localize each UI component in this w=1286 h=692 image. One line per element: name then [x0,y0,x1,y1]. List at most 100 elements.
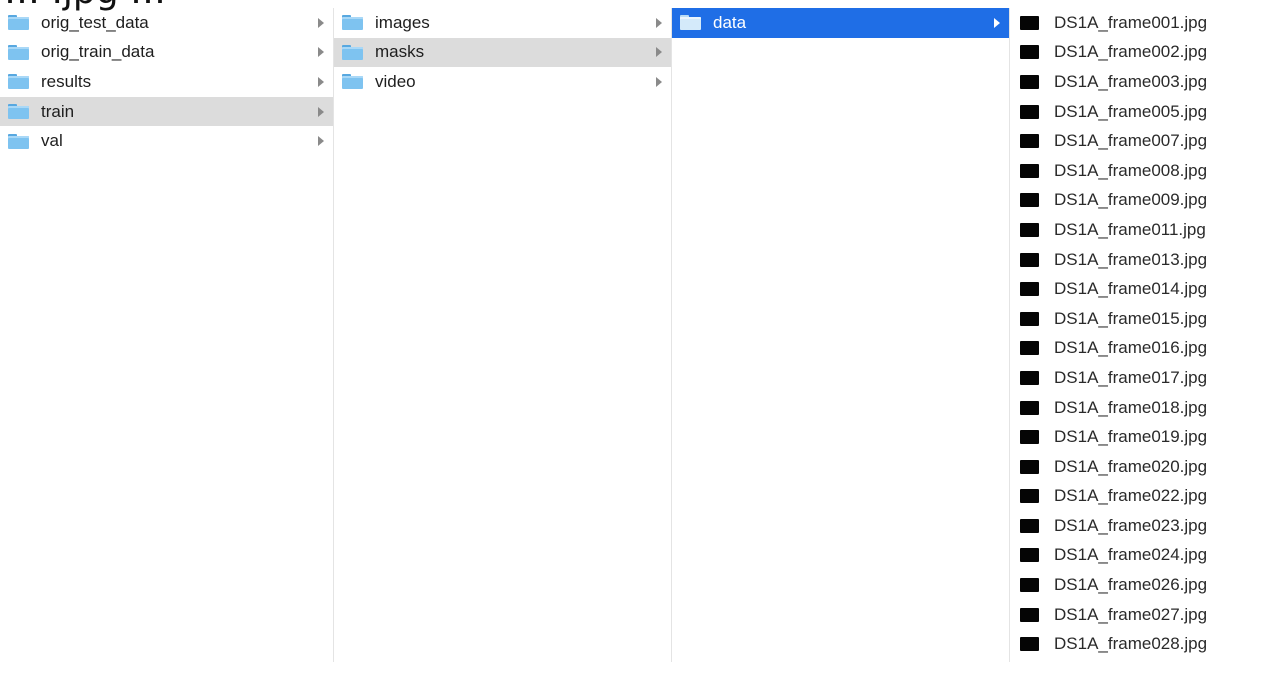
file-row[interactable]: DS1A_frame022.jpg [1010,482,1286,512]
column-1: orig_test_data orig_train_data results t… [0,8,333,662]
folder-icon [8,44,29,60]
chevron-right-icon [318,17,324,28]
image-file-icon [1020,252,1039,267]
image-file-icon [1020,104,1039,119]
folder-row-video[interactable]: video [334,67,671,97]
folder-label: data [713,12,747,32]
chevron-right-icon [318,47,324,58]
file-row[interactable]: DS1A_frame005.jpg [1010,97,1286,127]
folder-label: train [41,101,75,121]
folder-label: video [375,71,416,91]
file-label: DS1A_frame018.jpg [1054,397,1208,417]
folder-icon [8,133,29,149]
folder-icon [342,15,363,31]
column-4-files: DS1A_frame001.jpg DS1A_frame002.jpg DS1A… [1010,8,1286,662]
file-label: DS1A_frame023.jpg [1054,515,1208,535]
image-file-icon [1020,341,1039,356]
file-label: DS1A_frame028.jpg [1054,634,1208,654]
folder-row-val[interactable]: val [0,126,333,156]
folder-label: val [41,131,63,151]
file-row[interactable]: DS1A_frame008.jpg [1010,156,1286,186]
file-row[interactable]: DS1A_frame018.jpg [1010,393,1286,423]
folder-row-train[interactable]: train [0,96,333,127]
file-label: DS1A_frame015.jpg [1054,308,1208,328]
file-label: DS1A_frame007.jpg [1054,131,1208,151]
chevron-right-icon [656,17,662,28]
file-row[interactable]: DS1A_frame003.jpg [1010,67,1286,97]
image-file-icon [1020,282,1039,297]
folder-icon [8,74,29,90]
folder-label: results [41,71,92,91]
file-label: DS1A_frame009.jpg [1054,190,1208,210]
file-label: DS1A_frame001.jpg [1054,12,1208,32]
chevron-right-icon [656,47,662,58]
image-file-icon [1020,518,1039,533]
folder-row-masks[interactable]: masks [334,37,671,68]
file-label: DS1A_frame014.jpg [1054,279,1208,299]
file-label: DS1A_frame008.jpg [1054,160,1208,180]
file-label: DS1A_frame020.jpg [1054,456,1208,476]
file-label: DS1A_frame002.jpg [1054,42,1208,62]
folder-row-orig-test-data[interactable]: orig_test_data [0,8,333,38]
file-row[interactable]: DS1A_frame011.jpg [1010,215,1286,245]
file-row[interactable]: DS1A_frame001.jpg [1010,8,1286,38]
column-2: images masks video [334,8,671,662]
image-file-icon [1020,193,1039,208]
image-file-icon [1020,430,1039,445]
file-label: DS1A_frame011.jpg [1054,219,1206,239]
file-row[interactable]: DS1A_frame009.jpg [1010,186,1286,216]
file-label: DS1A_frame022.jpg [1054,486,1208,506]
file-row[interactable]: DS1A_frame007.jpg [1010,126,1286,156]
file-row[interactable]: DS1A_frame019.jpg [1010,422,1286,452]
image-file-icon [1020,370,1039,385]
chevron-right-icon [656,76,662,87]
folder-label: images [375,12,430,32]
folder-icon [8,104,29,120]
file-label: DS1A_frame016.jpg [1054,338,1208,358]
file-row[interactable]: DS1A_frame023.jpg [1010,511,1286,541]
folder-label: orig_train_data [41,42,155,62]
column-3: data [672,8,1009,662]
file-row[interactable]: DS1A_frame002.jpg [1010,38,1286,68]
image-file-icon [1020,607,1039,622]
image-file-icon [1020,400,1039,415]
file-row[interactable]: DS1A_frame014.jpg [1010,274,1286,304]
image-file-icon [1020,222,1039,237]
image-file-icon [1020,637,1039,652]
file-label: DS1A_frame026.jpg [1054,575,1208,595]
folder-icon [342,74,363,90]
folder-row-data[interactable]: data [672,8,1009,38]
image-file-icon [1020,311,1039,326]
folder-label: masks [375,42,425,62]
folder-label: orig_test_data [41,12,149,32]
image-file-icon [1020,548,1039,563]
image-file-icon [1020,489,1039,504]
file-row[interactable]: DS1A_frame026.jpg [1010,570,1286,600]
file-row[interactable]: DS1A_frame024.jpg [1010,541,1286,571]
file-label: DS1A_frame019.jpg [1054,427,1208,447]
file-row[interactable]: DS1A_frame017.jpg [1010,363,1286,393]
file-row[interactable]: DS1A_frame016.jpg [1010,334,1286,364]
file-row[interactable]: DS1A_frame013.jpg [1010,245,1286,275]
chevron-right-icon [318,136,324,147]
folder-icon [8,15,29,31]
file-row[interactable]: DS1A_frame015.jpg [1010,304,1286,334]
file-label: DS1A_frame003.jpg [1054,71,1208,91]
folder-row-images[interactable]: images [334,8,671,38]
file-row[interactable]: DS1A_frame028.jpg [1010,629,1286,659]
folder-row-orig-train-data[interactable]: orig_train_data [0,38,333,68]
file-label: DS1A_frame005.jpg [1054,101,1208,121]
image-file-icon [1020,134,1039,149]
file-label: DS1A_frame013.jpg [1054,249,1208,269]
chevron-right-icon [318,76,324,87]
file-row[interactable]: DS1A_frame020.jpg [1010,452,1286,482]
folder-row-results[interactable]: results [0,67,333,97]
image-file-icon [1020,459,1039,474]
file-label: DS1A_frame024.jpg [1054,545,1208,565]
file-label: DS1A_frame017.jpg [1054,367,1208,387]
image-file-icon [1020,45,1039,60]
image-file-icon [1020,163,1039,178]
file-label: DS1A_frame027.jpg [1054,604,1208,624]
file-row[interactable]: DS1A_frame027.jpg [1010,600,1286,630]
image-file-icon [1020,74,1039,89]
